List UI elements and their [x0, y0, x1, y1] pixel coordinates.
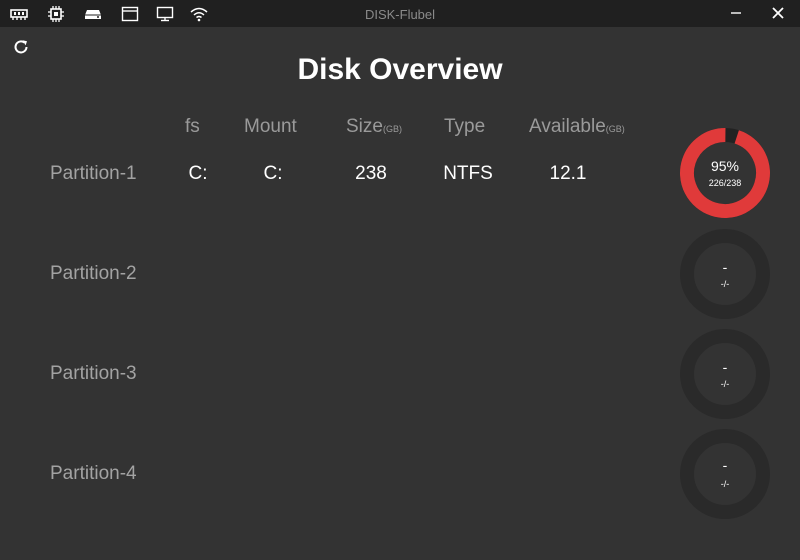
- partition-4-usage-ratio: -/-: [720, 479, 730, 489]
- available-unit: (GB): [605, 124, 625, 134]
- title-bar: DISK-Flubel: [0, 0, 800, 27]
- partition-1-usage-gauge: 95% 226/238: [678, 126, 772, 220]
- column-header-fs: fs: [185, 116, 200, 137]
- partition-1-available: 12.1: [549, 163, 587, 184]
- close-icon: [772, 7, 784, 19]
- partition-3-usage-ratio: -/-: [720, 379, 730, 389]
- partition-4-label: Partition-4: [50, 463, 137, 484]
- column-header-type: Type: [444, 116, 486, 137]
- minimize-button[interactable]: [721, 2, 751, 24]
- column-header-size: Size(GB): [346, 116, 402, 137]
- partition-1-label: Partition-1: [50, 163, 137, 184]
- partition-4-usage-gauge: - -/-: [678, 427, 772, 521]
- partition-1-type: NTFS: [443, 163, 493, 184]
- partition-1-mount: C:: [263, 163, 283, 184]
- partition-1-size: 238: [355, 163, 387, 184]
- minimize-icon: [731, 12, 741, 14]
- column-header-mount: Mount: [244, 116, 297, 137]
- partition-1-usage-ratio: 226/238: [708, 178, 742, 188]
- partition-3-usage-gauge: - -/-: [678, 327, 772, 421]
- size-unit: (GB): [382, 124, 402, 134]
- partition-3-usage-percent: -: [722, 359, 728, 375]
- partition-1-fs: C:: [188, 163, 208, 184]
- column-header-available: Available(GB): [529, 116, 625, 137]
- window-title: DISK-Flubel: [364, 7, 436, 22]
- gauge-track: [680, 429, 770, 519]
- close-button[interactable]: [763, 2, 793, 24]
- partition-1-usage-percent: 95%: [710, 158, 740, 174]
- partition-2-usage-percent: -: [722, 259, 728, 275]
- partition-2-label: Partition-2: [50, 263, 137, 284]
- partition-2-usage-gauge: - -/-: [678, 227, 772, 321]
- partition-4-usage-percent: -: [722, 457, 728, 473]
- partition-3-label: Partition-3: [50, 363, 137, 384]
- partition-2-usage-ratio: -/-: [720, 279, 730, 289]
- page-title: Disk Overview: [297, 53, 503, 86]
